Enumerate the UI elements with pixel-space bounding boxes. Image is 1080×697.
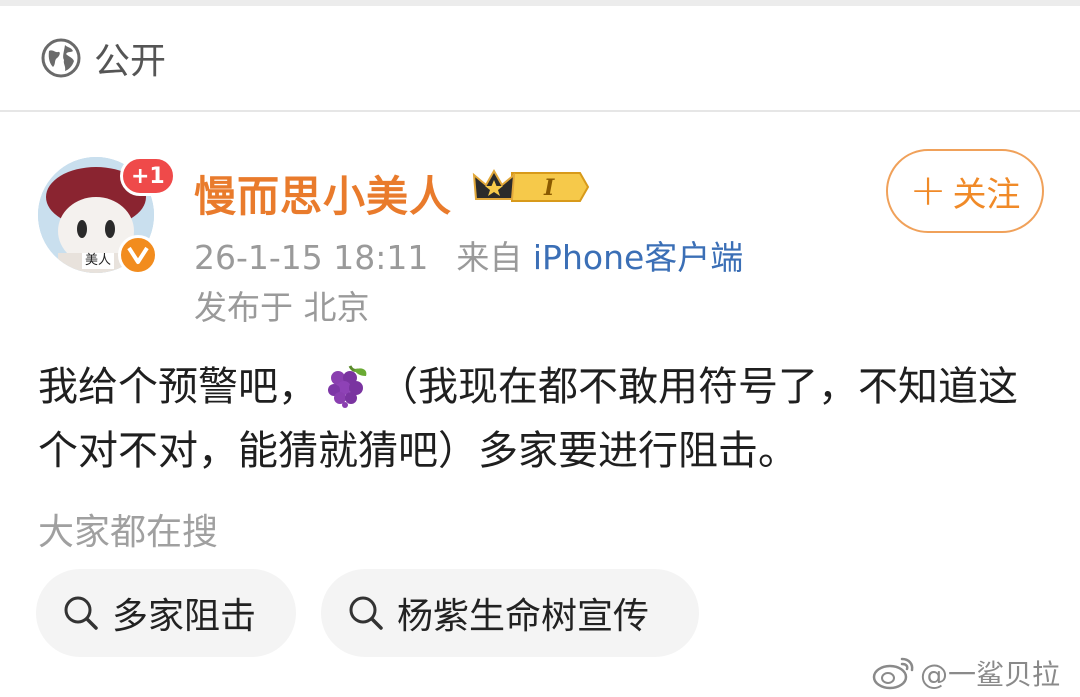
author-name[interactable]: 慢而思小美人 [194,163,452,224]
crown-level-icon: I [472,168,590,202]
grape-icon [328,365,367,408]
globe-icon [41,38,81,78]
post-meta: 26-1-15 18:11 来自 iPhone客户端 [194,231,743,279]
search-chip[interactable]: 杨紫生命树宣传 [321,569,699,657]
weibo-logo-icon [872,657,914,690]
post-text-part-1: 我给个预警吧， [38,364,318,410]
watermark: @一鲨贝拉 [872,653,1060,693]
post-card: 美人 +1 慢而思小美人 I + 关注 26-1-15 18:11 来自 iPho… [0,113,1080,697]
vip-level-text: I [543,175,555,201]
search-icon [349,596,383,630]
source-prefix: 来自 [456,238,523,277]
plus-icon: + [909,165,947,216]
post-body: 我给个预警吧， （我现在都不敢用符号了，不知道这个对不对，能猜就猜吧）多家要进行… [38,355,1048,483]
watermark-text: @一鲨贝拉 [920,658,1061,691]
visibility-setting[interactable]: 公开 [0,6,1080,112]
search-icon [64,596,98,630]
notification-badge: +1 [120,156,176,196]
follow-label: 关注 [952,174,1021,215]
search-chip[interactable]: 多家阻击 [36,569,296,657]
visibility-label: 公开 [94,41,167,82]
source-link[interactable]: iPhone客户端 [533,238,743,277]
avatar-tag: 美人 [82,253,115,269]
post-timestamp: 26-1-15 18:11 [194,238,429,277]
trending-search-heading: 大家都在搜 [38,512,219,553]
search-chip-label: 杨紫生命树宣传 [397,596,650,637]
post-location: 发布于 北京 [194,288,370,327]
search-chip-label: 多家阻击 [112,596,257,637]
verified-v-icon [118,235,158,275]
follow-button[interactable]: + 关注 [886,149,1044,233]
